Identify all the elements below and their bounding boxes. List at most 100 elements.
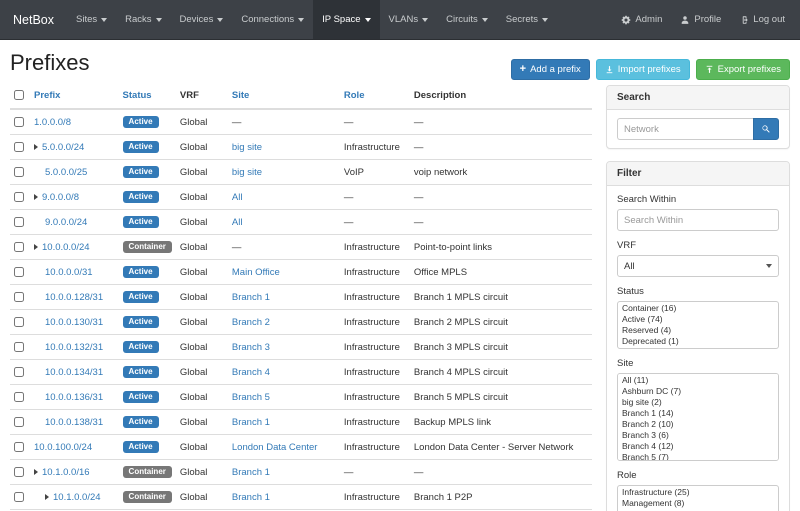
filter-option[interactable]: Deprecated (1): [619, 336, 777, 347]
site-link[interactable]: London Data Center: [232, 442, 318, 453]
search-input[interactable]: [617, 118, 753, 140]
prefix-link[interactable]: 10.1.0.0/16: [42, 467, 90, 478]
prefix-link[interactable]: 10.0.0.136/31: [45, 392, 103, 403]
nav-item-circuits[interactable]: Circuits: [437, 0, 497, 39]
row-checkbox[interactable]: [14, 367, 24, 377]
prefix-link[interactable]: 10.0.0.128/31: [45, 292, 103, 303]
filter-option[interactable]: Active (74): [619, 314, 777, 325]
site-link[interactable]: All: [232, 217, 243, 228]
role-filter-listbox[interactable]: Infrastructure (25)Management (8)Private…: [617, 485, 779, 511]
site-link[interactable]: Branch 1: [232, 467, 270, 478]
import-prefixes-button[interactable]: Import prefixes: [596, 59, 690, 80]
prefix-link[interactable]: 10.0.0.0/24: [42, 242, 90, 253]
search-within-input[interactable]: [617, 209, 779, 231]
nav-item-racks[interactable]: Racks: [116, 0, 170, 39]
status-badge: Active: [123, 216, 159, 228]
site-link[interactable]: Branch 1: [232, 417, 270, 428]
row-checkbox[interactable]: [14, 467, 24, 477]
row-checkbox[interactable]: [14, 442, 24, 452]
admin-link[interactable]: Admin: [612, 0, 671, 39]
site-link[interactable]: Branch 3: [232, 342, 270, 353]
prefix-link[interactable]: 10.0.0.138/31: [45, 417, 103, 428]
row-checkbox[interactable]: [14, 267, 24, 277]
navbar-brand[interactable]: NetBox: [0, 0, 67, 39]
prefix-link[interactable]: 10.0.0.132/31: [45, 342, 103, 353]
filter-option[interactable]: Ashburn DC (7): [619, 386, 777, 397]
prefix-link[interactable]: 5.0.0.0/25: [45, 167, 87, 178]
row-checkbox[interactable]: [14, 142, 24, 152]
table-row: 10.0.0.0/24ContainerGlobal—Infrastructur…: [10, 235, 592, 260]
column-header-prefix[interactable]: Prefix: [34, 90, 60, 101]
filter-option[interactable]: Management (8): [619, 498, 777, 509]
nav-item-ip-space[interactable]: IP Space: [313, 0, 379, 39]
prefix-link[interactable]: 10.0.0.130/31: [45, 317, 103, 328]
site-link[interactable]: big site: [232, 142, 262, 153]
site-filter-listbox[interactable]: All (11)Ashburn DC (7)big site (2)Branch…: [617, 373, 779, 461]
nav-item-vlans[interactable]: VLANs: [380, 0, 438, 39]
row-checkbox[interactable]: [14, 317, 24, 327]
site-link[interactable]: big site: [232, 167, 262, 178]
filter-option[interactable]: Branch 1 (14): [619, 408, 777, 419]
log-out-link[interactable]: Log out: [730, 0, 794, 39]
role-value: Infrastructure: [340, 360, 410, 385]
row-checkbox[interactable]: [14, 292, 24, 302]
app: NetBox Sites RacksDevicesConnectionsIP Sp…: [0, 0, 800, 511]
filter-option[interactable]: Container (16): [619, 303, 777, 314]
row-checkbox[interactable]: [14, 417, 24, 427]
prefix-link[interactable]: 10.0.100.0/24: [34, 442, 92, 453]
site-link[interactable]: Branch 1: [232, 292, 270, 303]
filter-option[interactable]: Reserved (4): [619, 325, 777, 336]
nav-item-sites[interactable]: Sites: [67, 0, 116, 39]
row-checkbox[interactable]: [14, 242, 24, 252]
table-row: 10.0.0.128/31ActiveGlobalBranch 1Infrast…: [10, 285, 592, 310]
column-header-status[interactable]: Status: [123, 90, 152, 101]
row-checkbox[interactable]: [14, 192, 24, 202]
site-link[interactable]: All: [232, 192, 243, 203]
search-button[interactable]: [753, 118, 779, 140]
nav-item-connections[interactable]: Connections: [232, 0, 313, 39]
nav-item-secrets[interactable]: Secrets: [497, 0, 557, 39]
export-prefixes-button[interactable]: Export prefixes: [696, 59, 790, 80]
row-checkbox[interactable]: [14, 217, 24, 227]
prefix-link[interactable]: 10.0.0.134/31: [45, 367, 103, 378]
prefix-link[interactable]: 9.0.0.0/24: [45, 217, 87, 228]
vrf-select[interactable]: All: [617, 255, 779, 277]
add-prefix-button[interactable]: + Add a prefix: [511, 59, 590, 80]
filter-option[interactable]: Branch 4 (12): [619, 441, 777, 452]
prefix-link[interactable]: 5.0.0.0/24: [42, 142, 84, 153]
select-all-checkbox[interactable]: [14, 90, 24, 100]
role-value: Infrastructure: [340, 310, 410, 335]
row-checkbox[interactable]: [14, 392, 24, 402]
status-filter-listbox[interactable]: Container (16)Active (74)Reserved (4)Dep…: [617, 301, 779, 349]
filter-option[interactable]: All (11): [619, 375, 777, 386]
filter-option[interactable]: Branch 2 (10): [619, 419, 777, 430]
filter-panel: Filter Search Within VRF All Status Cont…: [606, 161, 790, 511]
vrf-value: Global: [176, 285, 228, 310]
nav-item-devices[interactable]: Devices: [171, 0, 233, 39]
site-link[interactable]: Branch 2: [232, 317, 270, 328]
column-header-role[interactable]: Role: [344, 90, 365, 101]
row-checkbox[interactable]: [14, 342, 24, 352]
nav-item-label: Sites: [76, 14, 97, 25]
prefix-link[interactable]: 10.1.0.0/24: [53, 492, 101, 503]
row-checkbox[interactable]: [14, 117, 24, 127]
site-link[interactable]: Branch 5: [232, 392, 270, 403]
plus-icon: +: [520, 65, 526, 74]
column-header-site[interactable]: Site: [232, 90, 249, 101]
description-value: Branch 1 MPLS circuit: [410, 285, 592, 310]
filter-option[interactable]: Branch 5 (7): [619, 452, 777, 461]
chevron-down-icon: [156, 18, 162, 22]
site-link[interactable]: Branch 1: [232, 492, 270, 503]
prefix-link[interactable]: 9.0.0.0/8: [42, 192, 79, 203]
prefix-link[interactable]: 1.0.0.0/8: [34, 117, 71, 128]
site-link[interactable]: Branch 4: [232, 367, 270, 378]
nav-item-label: VLANs: [389, 14, 419, 25]
prefix-link[interactable]: 10.0.0.0/31: [45, 267, 93, 278]
row-checkbox[interactable]: [14, 492, 24, 502]
filter-option[interactable]: Infrastructure (25): [619, 487, 777, 498]
row-checkbox[interactable]: [14, 167, 24, 177]
site-link[interactable]: Main Office: [232, 267, 280, 278]
filter-option[interactable]: big site (2): [619, 397, 777, 408]
profile-link[interactable]: Profile: [671, 0, 730, 39]
filter-option[interactable]: Branch 3 (6): [619, 430, 777, 441]
